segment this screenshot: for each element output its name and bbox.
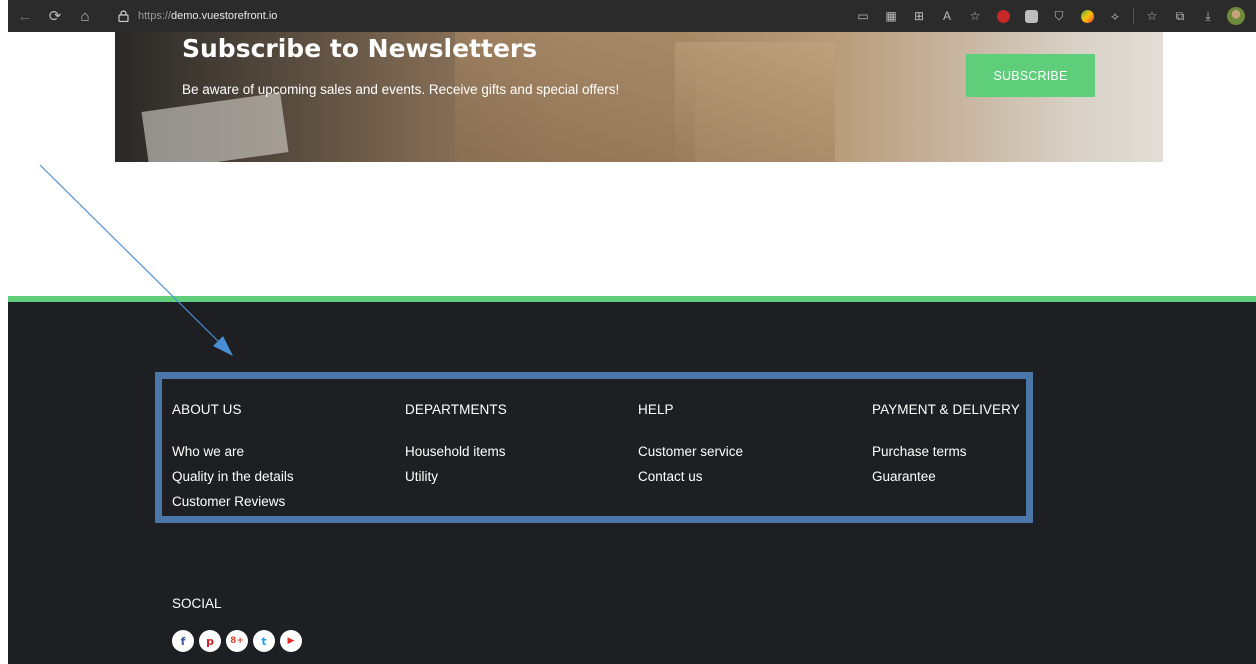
footer-column-heading: PAYMENT & DELIVERY [872,402,1020,417]
favorite-add-icon[interactable]: ☆ [961,5,989,27]
footer-link-guarantee[interactable]: Guarantee [872,469,1020,494]
footer-column-about-us: ABOUT US Who we are Quality in the detai… [172,402,294,519]
profile-avatar[interactable] [1222,5,1250,27]
footer-link-contact-us[interactable]: Contact us [638,469,743,494]
footer-column-help: HELP Customer service Contact us [638,402,743,494]
footer-link-who-we-are[interactable]: Who we are [172,444,294,469]
color-extension-icon[interactable] [1073,5,1101,27]
facebook-icon[interactable]: f [172,630,194,652]
qr-icon[interactable]: ▦ [877,5,905,27]
newsletter-title: Subscribe to Newsletters [182,34,538,63]
banner-image-box [675,42,835,162]
newsletter-banner: Subscribe to Newsletters Be aware of upc… [115,32,1163,162]
shield-extension-icon[interactable]: ⛉ [1045,5,1073,27]
extensions-icon[interactable]: ⟡ [1101,5,1129,27]
footer-column-departments: DEPARTMENTS Household items Utility [405,402,507,494]
browser-tools: ▭ ▦ ⊞ A ☆ ⛉ ⟡ ☆ ⧉ ⤓ [849,0,1250,32]
refresh-icon[interactable]: ⟳ [44,5,66,27]
address-bar[interactable]: https://demo.vuestorefront.io [138,10,277,22]
lock-icon[interactable] [116,9,130,23]
footer-link-utility[interactable]: Utility [405,469,507,494]
footer-column-payment-delivery: PAYMENT & DELIVERY Purchase terms Guaran… [872,402,1020,494]
ublock-extension-icon[interactable] [989,5,1017,27]
footer-link-customer-service[interactable]: Customer service [638,444,743,469]
browser-toolbar: ← ⟳ ⌂ https://demo.vuestorefront.io ▭ ▦ … [8,0,1256,32]
footer-link-customer-reviews[interactable]: Customer Reviews [172,494,294,519]
twitter-icon[interactable]: t [253,630,275,652]
favorites-icon[interactable]: ☆ [1138,5,1166,27]
cast-icon[interactable]: ▭ [849,5,877,27]
back-icon[interactable]: ← [14,5,36,27]
footer-column-heading: HELP [638,402,674,417]
social-icons: f p 8+ t ▶ [172,630,302,652]
banner-image-paper [141,92,289,162]
read-aloud-icon[interactable]: A [933,5,961,27]
footer-column-heading: DEPARTMENTS [405,402,507,417]
footer-link-quality[interactable]: Quality in the details [172,469,294,494]
apps-icon[interactable]: ⊞ [905,5,933,27]
newsletter-subtitle: Be aware of upcoming sales and events. R… [182,82,620,97]
social-heading: SOCIAL [172,596,222,611]
home-icon[interactable]: ⌂ [74,5,96,27]
url-scheme: https:// [138,10,172,22]
subscribe-button[interactable]: SUBSCRIBE [966,54,1095,97]
download-icon[interactable]: ⤓ [1194,5,1222,27]
pinterest-icon[interactable]: p [199,630,221,652]
footer-link-household-items[interactable]: Household items [405,444,507,469]
google-plus-icon[interactable]: 8+ [226,630,248,652]
footer-link-purchase-terms[interactable]: Purchase terms [872,444,1020,469]
youtube-icon[interactable]: ▶ [280,630,302,652]
toolbar-separator [1133,9,1134,23]
collections-icon[interactable]: ⧉ [1166,5,1194,27]
footer-column-heading: ABOUT US [172,402,242,417]
page-left-edge [0,0,8,664]
url-host: demo.vuestorefront.io [171,10,278,22]
extension-icon[interactable] [1017,5,1045,27]
